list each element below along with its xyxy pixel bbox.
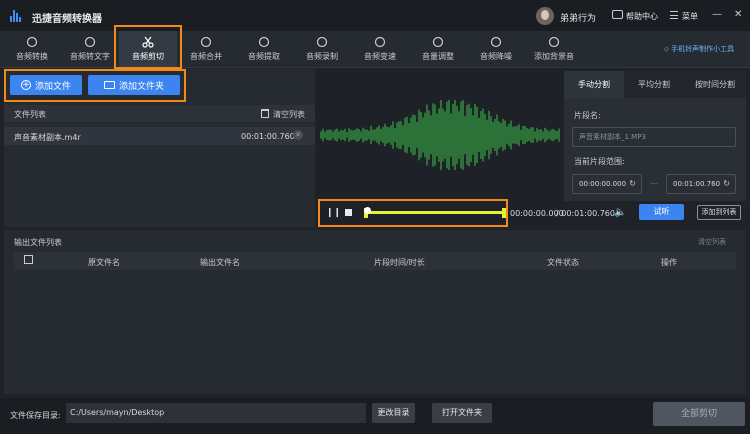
ringtone-tool-label: 手机铃声制作小工具	[671, 45, 735, 53]
tool-volume[interactable]: 音量调整	[409, 31, 467, 68]
col-output-name: 输出文件名	[200, 258, 240, 267]
background-music-icon	[548, 36, 560, 48]
remove-file-icon[interactable]: ✕	[293, 130, 303, 140]
change-dir-button[interactable]: 更改目录	[372, 403, 415, 423]
refresh-icon	[26, 36, 38, 48]
volume-icon	[432, 36, 444, 48]
tool-background-music[interactable]: 添加背景音	[525, 31, 583, 68]
total-time: / 00:01:00.760	[556, 209, 615, 218]
tool-merge[interactable]: 音频合并	[177, 31, 235, 68]
tool-refresh[interactable]: 音频转换	[3, 31, 61, 68]
cut-all-button[interactable]: 全部剪切	[653, 402, 745, 426]
segment-name-input[interactable]: 声音素材副本_1.MP3	[572, 127, 736, 147]
range-separator: —	[650, 179, 658, 188]
tool-microphone[interactable]: 音频录制	[293, 31, 351, 68]
tool-label: 添加背景音	[534, 52, 574, 61]
file-list-title: 文件列表	[14, 110, 46, 119]
player-highlight-frame	[318, 199, 508, 227]
menu-button[interactable]: 菜单	[682, 11, 698, 22]
username[interactable]: 弟弟行为	[560, 11, 596, 24]
speed-icon	[374, 36, 386, 48]
file-name: 声音素材副本.m4r	[14, 133, 81, 142]
open-folder-button[interactable]: 打开文件夹	[432, 403, 492, 423]
listen-button[interactable]: 试听	[639, 204, 684, 220]
tool-speed[interactable]: 音频变速	[351, 31, 409, 68]
waveform[interactable]	[317, 100, 563, 170]
tool-label: 音频转文字	[70, 52, 110, 61]
col-original-name: 原文件名	[88, 258, 120, 267]
tool-label: 音频变速	[364, 52, 396, 61]
segment-name-label: 片段名:	[574, 111, 601, 120]
output-clear-button[interactable]: 清空列表	[698, 237, 726, 247]
range-start-value: 00:00:00.000	[579, 180, 627, 188]
select-all-checkbox[interactable]	[24, 255, 33, 264]
close-button[interactable]: ✕	[734, 9, 742, 20]
save-path-field[interactable]: C:/Users/mayn/Desktop	[66, 403, 366, 423]
tool-label: 音量调整	[422, 52, 454, 61]
range-end-value: 00:01:00.760	[673, 180, 721, 188]
menu-icon[interactable]	[670, 11, 678, 19]
denoise-icon	[490, 36, 502, 48]
tool-label: 音频提取	[248, 52, 280, 61]
tab-average-split[interactable]: 平均分割	[624, 71, 684, 98]
volume-icon[interactable]: 🔈	[614, 207, 626, 218]
tab-time-split[interactable]: 按时间分割	[684, 71, 746, 98]
file-duration: 00:01:00.760	[241, 132, 295, 141]
extract-icon	[258, 36, 270, 48]
clear-list-button[interactable]: 清空列表	[261, 109, 305, 120]
output-list-title: 输出文件列表	[14, 238, 62, 247]
col-actions: 操作	[661, 258, 677, 267]
app-title: 迅捷音频转换器	[32, 14, 102, 25]
tool-highlight-frame	[114, 25, 182, 69]
reset-start-icon[interactable]: ↻	[629, 175, 636, 193]
tool-denoise[interactable]: 音频降噪	[467, 31, 525, 68]
range-end-field[interactable]: 00:01:00.760 ↻	[666, 174, 736, 194]
trash-icon	[261, 109, 269, 118]
help-chat-icon[interactable]	[612, 10, 623, 19]
tool-label: 音频转换	[16, 52, 48, 61]
save-dir-label: 文件保存目录:	[10, 411, 61, 420]
range-start-field[interactable]: 00:00:00.000 ↻	[572, 174, 642, 194]
tool-label: 音频合并	[190, 52, 222, 61]
tool-audio-to-text[interactable]: 音频转文字	[61, 31, 119, 68]
minimize-button[interactable]: —	[712, 9, 722, 20]
audio-to-text-icon	[84, 36, 96, 48]
add-to-list-button[interactable]: 添加到列表	[697, 205, 741, 220]
clear-list-label: 清空列表	[273, 110, 305, 119]
tool-extract[interactable]: 音频提取	[235, 31, 293, 68]
reset-end-icon[interactable]: ↻	[723, 175, 730, 193]
col-file-status: 文件状态	[547, 258, 579, 267]
add-buttons-highlight-frame	[4, 69, 186, 102]
col-segment-time: 片段时间/时长	[374, 258, 425, 267]
merge-icon	[200, 36, 212, 48]
range-label: 当前片段范围:	[574, 157, 625, 166]
tool-label: 音频降噪	[480, 52, 512, 61]
tool-label: 音频录制	[306, 52, 338, 61]
help-center-link[interactable]: 帮助中心	[626, 11, 658, 22]
tab-manual-split[interactable]: 手动分割	[564, 71, 624, 98]
ringtone-tool-link[interactable]: ⬦ 手机铃声制作小工具	[664, 44, 734, 54]
app-logo-icon	[10, 10, 22, 22]
microphone-icon	[316, 36, 328, 48]
avatar[interactable]	[536, 7, 554, 25]
